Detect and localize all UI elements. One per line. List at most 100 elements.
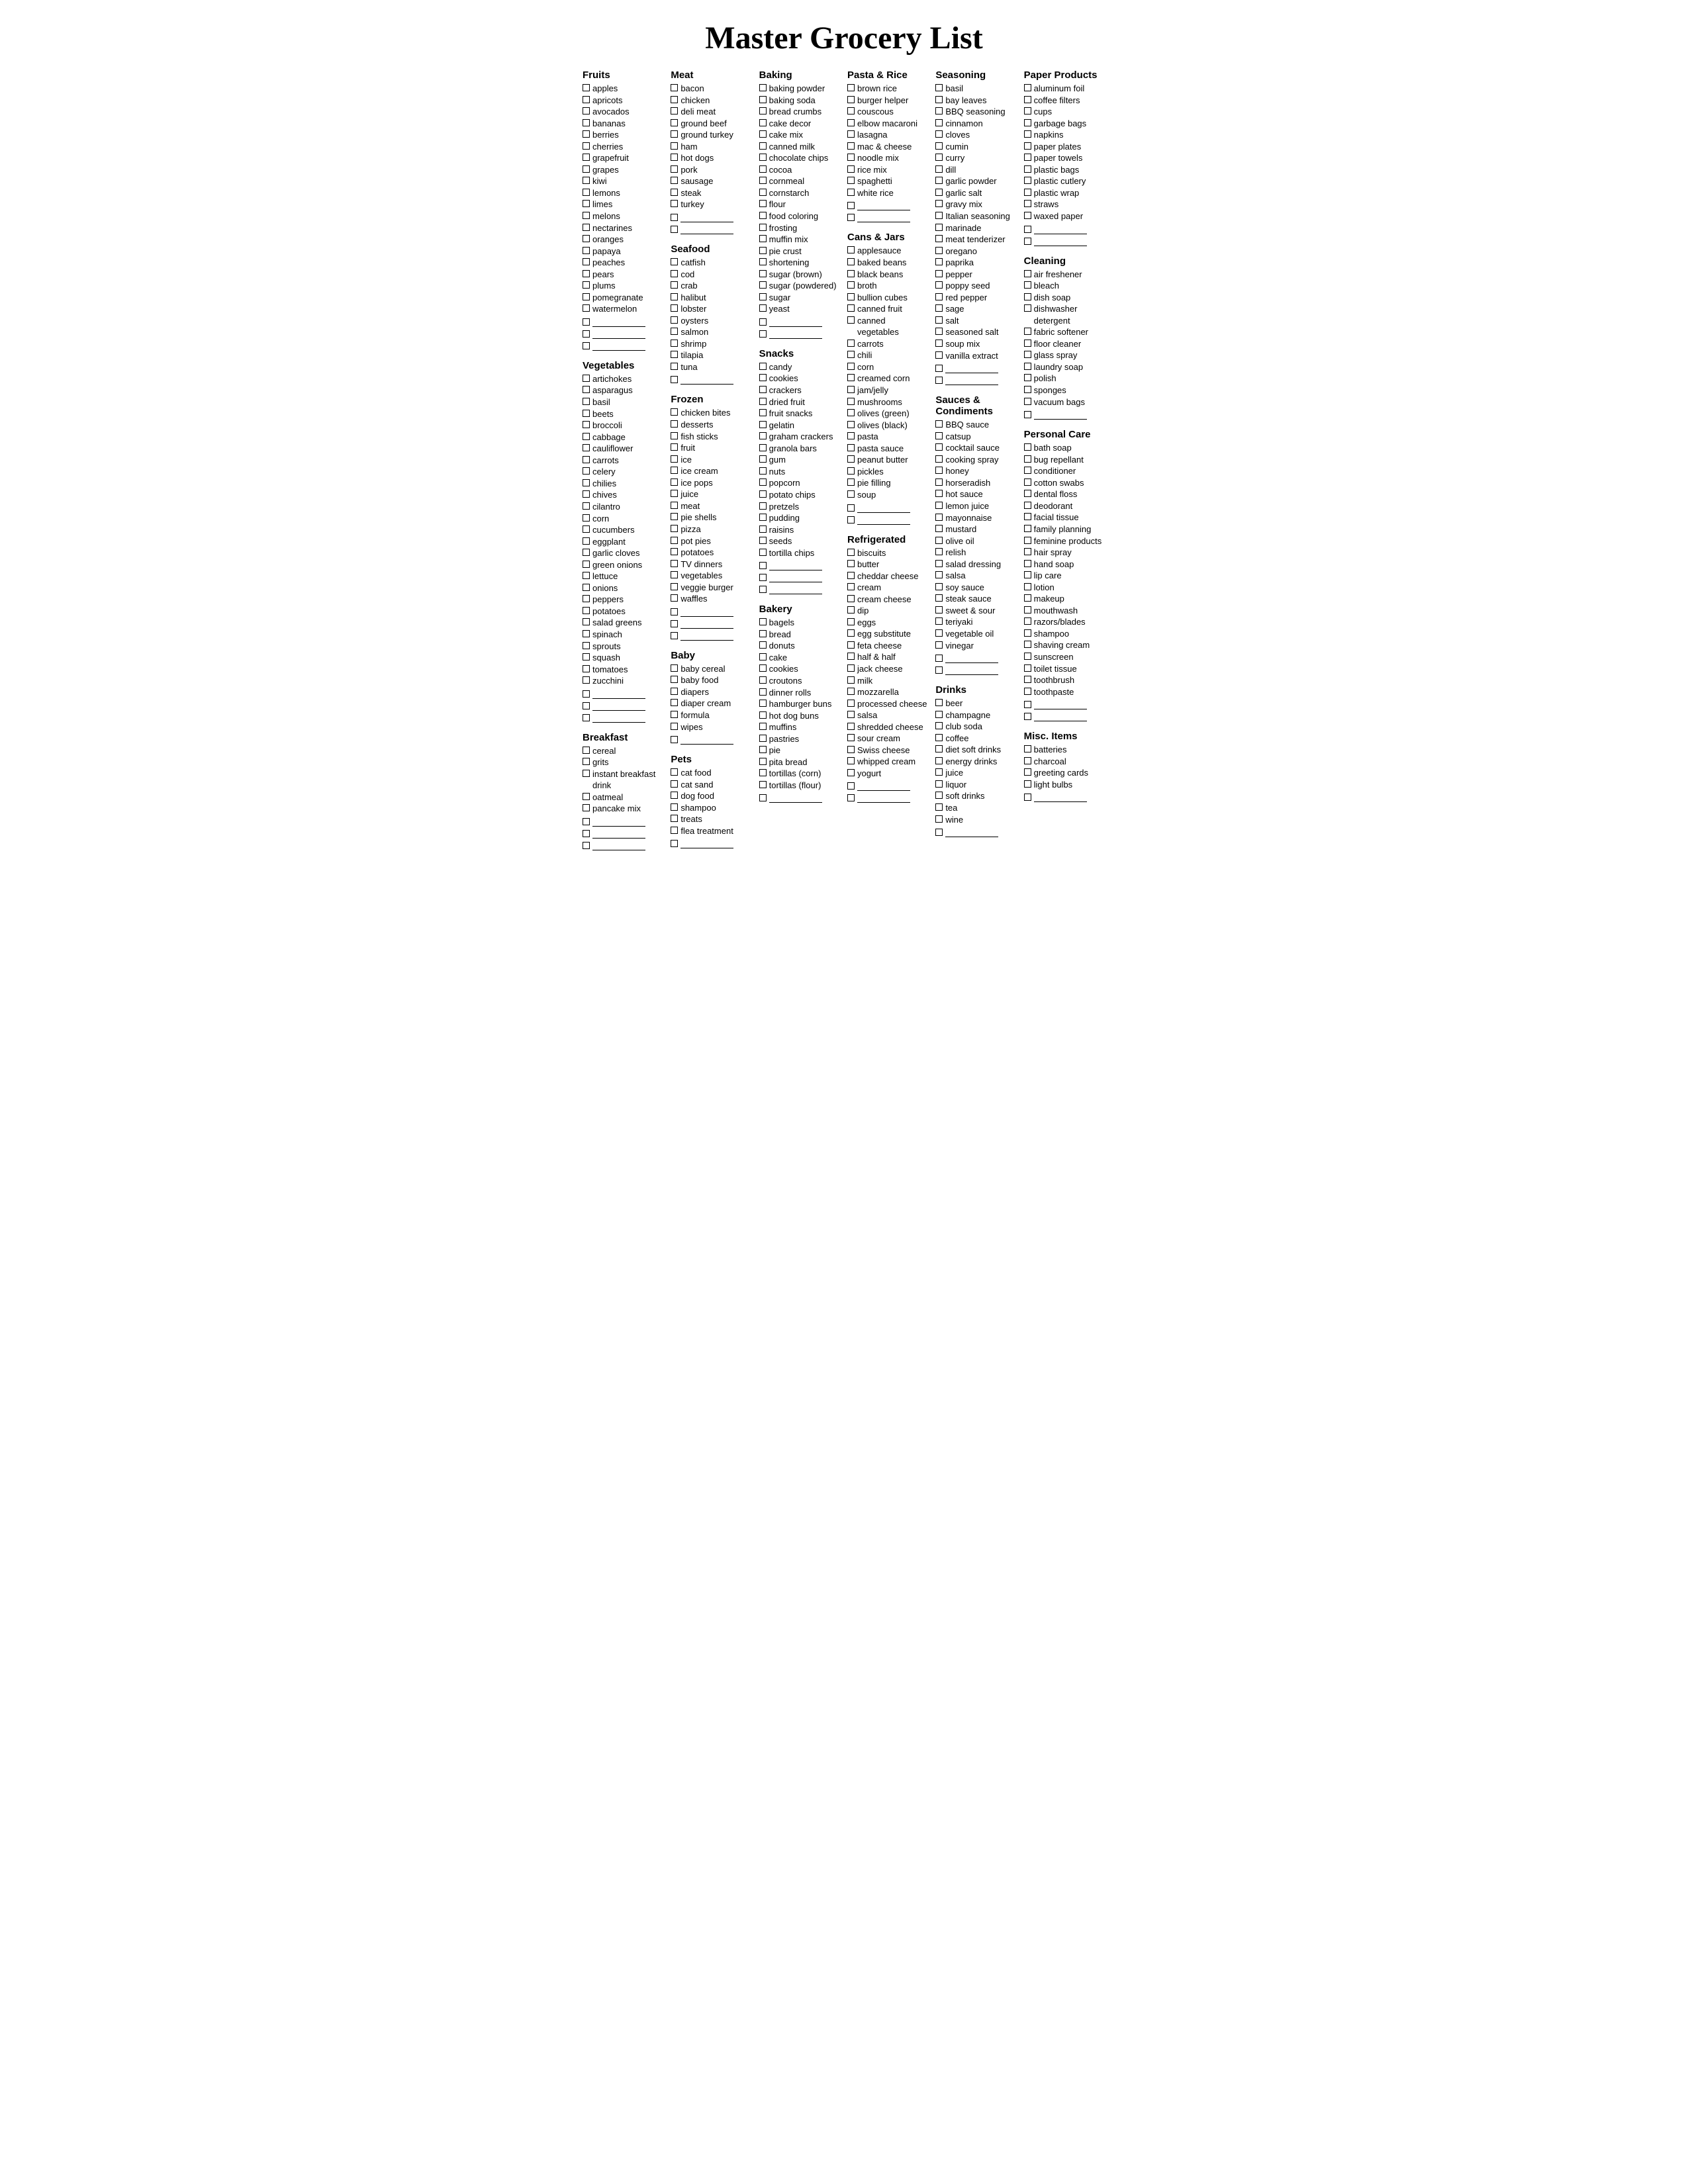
checkbox[interactable] — [759, 562, 767, 569]
checkbox[interactable] — [935, 258, 943, 265]
checkbox[interactable] — [583, 842, 590, 849]
checkbox[interactable] — [671, 226, 678, 233]
checkbox[interactable] — [935, 247, 943, 254]
checkbox[interactable] — [671, 803, 678, 811]
checkbox[interactable] — [759, 212, 767, 219]
checkbox[interactable] — [671, 316, 678, 324]
checkbox[interactable] — [1024, 548, 1031, 555]
checkbox[interactable] — [1024, 130, 1031, 138]
checkbox[interactable] — [583, 642, 590, 649]
checkbox[interactable] — [583, 818, 590, 825]
checkbox[interactable] — [671, 608, 678, 615]
checkbox[interactable] — [583, 793, 590, 800]
checkbox[interactable] — [847, 270, 855, 277]
checkbox[interactable] — [847, 107, 855, 114]
checkbox[interactable] — [847, 583, 855, 590]
checkbox[interactable] — [935, 420, 943, 428]
checkbox[interactable] — [847, 560, 855, 567]
checkbox[interactable] — [759, 130, 767, 138]
checkbox[interactable] — [935, 514, 943, 521]
checkbox[interactable] — [671, 214, 678, 221]
checkbox[interactable] — [1024, 142, 1031, 150]
checkbox[interactable] — [583, 537, 590, 545]
checkbox[interactable] — [1024, 374, 1031, 381]
checkbox[interactable] — [935, 212, 943, 219]
checkbox[interactable] — [671, 571, 678, 578]
checkbox[interactable] — [1024, 177, 1031, 184]
checkbox[interactable] — [1024, 212, 1031, 219]
checkbox[interactable] — [935, 130, 943, 138]
checkbox[interactable] — [935, 548, 943, 555]
checkbox[interactable] — [847, 214, 855, 221]
checkbox[interactable] — [583, 130, 590, 138]
checkbox[interactable] — [935, 780, 943, 788]
checkbox[interactable] — [847, 96, 855, 103]
checkbox[interactable] — [759, 653, 767, 660]
checkbox[interactable] — [583, 444, 590, 451]
checkbox[interactable] — [583, 607, 590, 614]
checkbox[interactable] — [935, 467, 943, 474]
checkbox[interactable] — [847, 490, 855, 498]
checkbox[interactable] — [671, 270, 678, 277]
checkbox[interactable] — [935, 699, 943, 706]
checkbox[interactable] — [847, 769, 855, 776]
checkbox[interactable] — [671, 548, 678, 555]
checkbox[interactable] — [935, 377, 943, 384]
checkbox[interactable] — [1024, 594, 1031, 602]
checkbox[interactable] — [759, 664, 767, 672]
checkbox[interactable] — [935, 340, 943, 347]
checkbox[interactable] — [671, 443, 678, 451]
checkbox[interactable] — [671, 632, 678, 639]
checkbox[interactable] — [759, 96, 767, 103]
checkbox[interactable] — [671, 711, 678, 718]
checkbox[interactable] — [759, 630, 767, 637]
checkbox[interactable] — [671, 420, 678, 428]
checkbox[interactable] — [759, 514, 767, 521]
checkbox[interactable] — [935, 829, 943, 836]
checkbox[interactable] — [847, 165, 855, 173]
checkbox[interactable] — [1024, 641, 1031, 648]
checkbox[interactable] — [1024, 513, 1031, 520]
checkbox[interactable] — [935, 525, 943, 532]
checkbox[interactable] — [583, 247, 590, 254]
checkbox[interactable] — [759, 735, 767, 742]
checkbox[interactable] — [935, 745, 943, 752]
checkbox[interactable] — [847, 363, 855, 370]
checkbox[interactable] — [847, 189, 855, 196]
checkbox[interactable] — [583, 386, 590, 393]
checkbox[interactable] — [583, 304, 590, 312]
checkbox[interactable] — [935, 655, 943, 662]
checkbox[interactable] — [583, 281, 590, 289]
checkbox[interactable] — [847, 504, 855, 512]
checkbox[interactable] — [935, 270, 943, 277]
checkbox[interactable] — [671, 376, 678, 383]
checkbox[interactable] — [935, 711, 943, 718]
checkbox[interactable] — [671, 502, 678, 509]
checkbox[interactable] — [671, 455, 678, 463]
checkbox[interactable] — [847, 432, 855, 439]
checkbox[interactable] — [935, 328, 943, 335]
checkbox[interactable] — [583, 421, 590, 428]
checkbox[interactable] — [935, 351, 943, 359]
checkbox[interactable] — [583, 714, 590, 721]
checkbox[interactable] — [671, 340, 678, 347]
checkbox[interactable] — [847, 618, 855, 625]
checkbox[interactable] — [847, 293, 855, 300]
checkbox[interactable] — [759, 432, 767, 439]
checkbox[interactable] — [583, 330, 590, 338]
checkbox[interactable] — [1024, 281, 1031, 289]
checkbox[interactable] — [759, 398, 767, 405]
checkbox[interactable] — [1024, 154, 1031, 161]
checkbox[interactable] — [847, 351, 855, 358]
checkbox[interactable] — [583, 490, 590, 498]
checkbox[interactable] — [935, 617, 943, 625]
checkbox[interactable] — [847, 130, 855, 138]
checkbox[interactable] — [1024, 467, 1031, 474]
checkbox[interactable] — [671, 142, 678, 150]
checkbox[interactable] — [847, 782, 855, 790]
checkbox[interactable] — [1024, 617, 1031, 625]
checkbox[interactable] — [583, 830, 590, 837]
checkbox[interactable] — [1024, 398, 1031, 405]
checkbox[interactable] — [759, 794, 767, 801]
checkbox[interactable] — [759, 467, 767, 475]
